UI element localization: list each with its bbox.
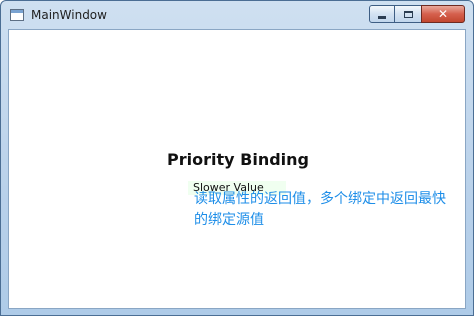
close-icon: ✕ <box>437 7 449 21</box>
minimize-button[interactable] <box>369 5 395 23</box>
maximize-button[interactable] <box>395 5 421 23</box>
page-title: Priority Binding <box>167 150 309 169</box>
maximize-icon <box>403 10 413 18</box>
main-window: MainWindow ✕ Priority Binding Slower Val… <box>0 0 474 316</box>
close-button[interactable]: ✕ <box>421 5 465 23</box>
title-bar[interactable]: MainWindow ✕ <box>1 1 473 29</box>
app-window-icon[interactable] <box>10 9 24 21</box>
window-content: Priority Binding Slower Value <box>8 29 466 309</box>
annotation-note: 读取属性的返回值，多个绑定中返回最快的绑定源值 <box>194 191 446 228</box>
window-title: MainWindow <box>31 8 107 22</box>
caption-buttons: ✕ <box>369 5 465 25</box>
minimize-icon <box>378 15 386 19</box>
